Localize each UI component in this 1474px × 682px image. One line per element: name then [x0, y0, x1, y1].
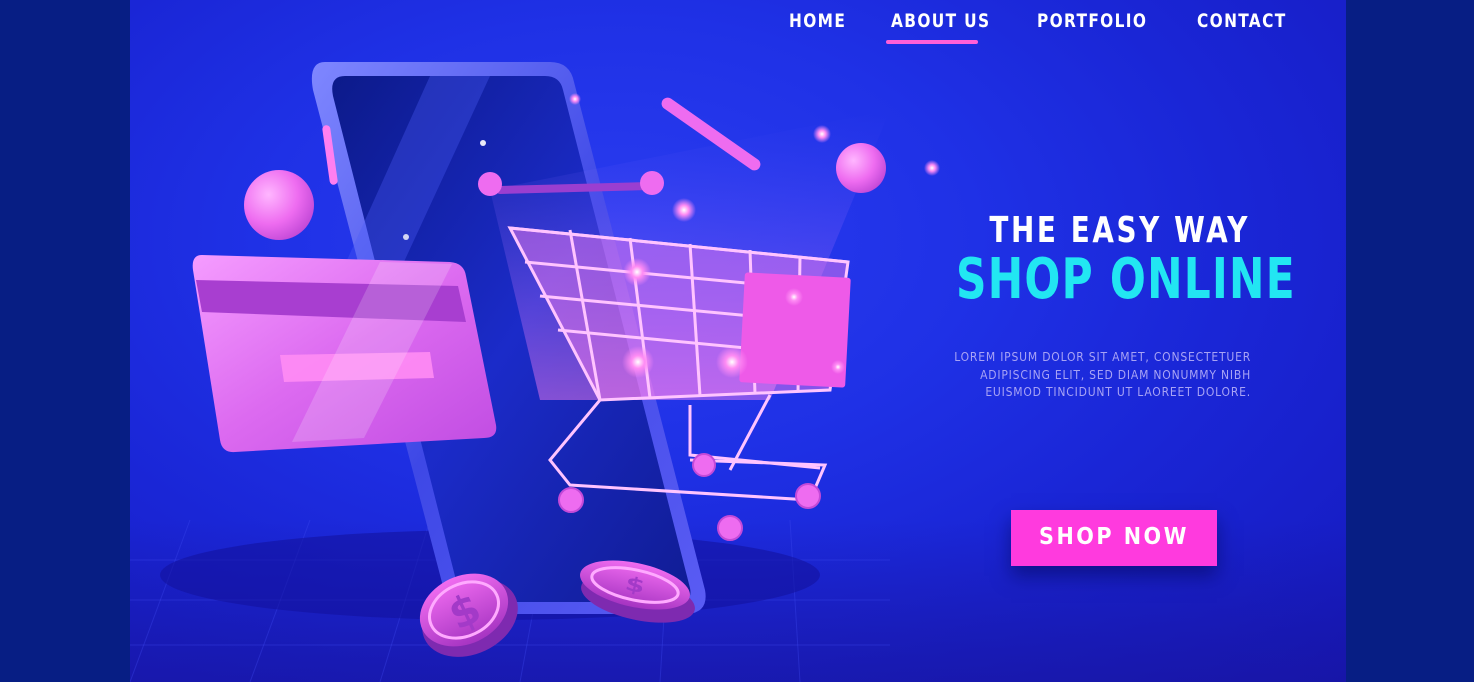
hero-description: LOREM IPSUM DOLOR SIT AMET, CONSECTETUER…	[910, 349, 1251, 402]
hero-description-line: LOREM IPSUM DOLOR SIT AMET, CONSECTETUER	[954, 350, 1251, 364]
top-navigation: HOME ABOUT US PORTFOLIO CONTACT	[130, 0, 1346, 60]
shop-now-button[interactable]: SHOP NOW	[1011, 510, 1217, 566]
active-nav-underline	[886, 40, 978, 44]
landing-page: $ $ HOME ABOUT US PORTFOLIO CONTACT THE …	[0, 0, 1474, 682]
right-side-panel	[1346, 0, 1474, 682]
nav-contact-link[interactable]: CONTACT	[1197, 10, 1287, 32]
floating-ball-left	[244, 170, 314, 240]
nav-home-link[interactable]: HOME	[789, 10, 846, 32]
shopping-illustration: $ $	[130, 62, 940, 682]
left-side-panel	[0, 0, 130, 682]
nav-about-us-link[interactable]: ABOUT US	[891, 10, 990, 32]
floating-ball-right	[836, 143, 886, 193]
shop-now-label: SHOP NOW	[1039, 524, 1189, 550]
hero-tagline: THE EASY WAY	[989, 210, 1250, 251]
hero-description-line: EUISMOD TINCIDUNT UT LAOREET DOLORE.	[985, 385, 1251, 399]
hero-headline: SHOP ONLINE	[956, 247, 1296, 312]
hero-description-line: ADIPISCING ELIT, SED DIAM NONUMMY NIBH	[980, 367, 1251, 382]
credit-card-icon	[192, 255, 497, 453]
hero-banner: $ $ HOME ABOUT US PORTFOLIO CONTACT THE …	[130, 0, 1346, 682]
nav-portfolio-link[interactable]: PORTFOLIO	[1037, 10, 1147, 32]
